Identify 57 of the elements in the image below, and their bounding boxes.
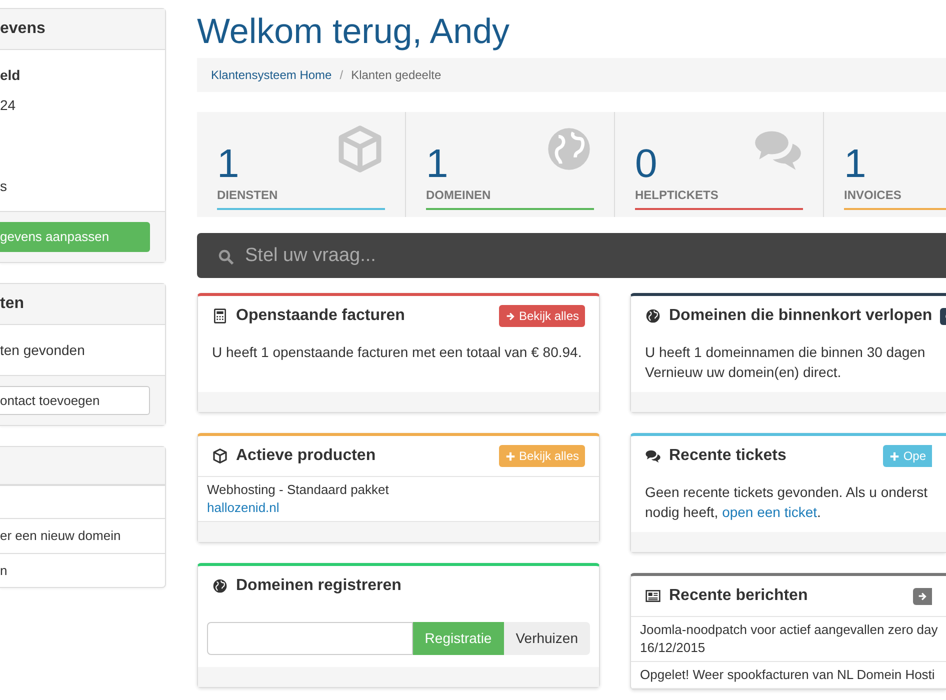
newspaper-icon [645, 588, 661, 604]
stat-label: INVOICES [844, 187, 902, 204]
stat-tile[interactable]: 0 HELPTICKETS [615, 112, 824, 217]
profile-name: eld [0, 66, 22, 85]
stat-label: HELPTICKETS [635, 187, 718, 204]
panel-title: Domeinen registreren [236, 576, 402, 596]
globe-icon [645, 308, 661, 324]
panel-text: Vernieuw uw domein(en) direct. [645, 363, 842, 382]
breadcrumb-link[interactable]: Klantensysteem Home [211, 66, 332, 84]
profile-line: 24 [0, 96, 17, 115]
stat-value: 1 [844, 142, 866, 186]
panel-text: nodig heeft, open een ticket. [645, 503, 822, 522]
page-title: Welkom terug, Andy [197, 11, 511, 53]
stat-tile[interactable]: 1 DIENSTEN [197, 112, 406, 217]
globe-icon [212, 578, 228, 594]
stat-tile[interactable]: 1 INVOICES [824, 112, 946, 217]
cube-icon [212, 448, 228, 464]
calculator-icon [212, 308, 228, 324]
panel-text: U heeft 1 domeinnamen die binnen 30 dagen [645, 343, 926, 362]
arrow-right-icon [504, 310, 516, 322]
search-icon [217, 248, 235, 266]
stat-label: DOMEINEN [426, 187, 491, 204]
panel-title: evens [0, 20, 46, 37]
item-title[interactable]: Joomla-noodpatch voor actief aangevallen zero day [640, 621, 937, 639]
plus-icon [504, 450, 516, 462]
speech-bubbles-icon [645, 448, 661, 464]
item-date: 16/12/2015 [640, 639, 706, 657]
stat-value: 0 [635, 142, 658, 186]
panel-text: Geen recente tickets gevonden. Als u onderst [645, 483, 929, 502]
transfer-button[interactable]: Verhuizen [504, 622, 590, 655]
arrow-right-icon [917, 590, 928, 602]
search-field[interactable]: Stel uw vraag... [197, 233, 946, 278]
empty-message: ten gevonden [0, 340, 86, 360]
breadcrumb-separator: / [340, 67, 344, 84]
add-button[interactable]: ontact toevoegen [0, 386, 150, 415]
view-all-button[interactable]: Bekijk alles [498, 305, 585, 327]
stat-value: 1 [217, 142, 240, 186]
ticket-link[interactable]: open een ticket [722, 504, 818, 520]
plus-icon [889, 450, 900, 462]
sidebar-link[interactable]: n [0, 552, 165, 587]
panel-text: U heeft 1 openstaande facturen met een totaal van € 80.94. [212, 343, 583, 362]
item-title[interactable]: Webhosting - Standaard pakket [207, 481, 590, 499]
profile-line: s [0, 177, 8, 196]
domain-input[interactable] [207, 622, 413, 655]
panel-title: Recente berichten [669, 586, 808, 606]
stat-tile[interactable]: 1 DOMEINEN [406, 112, 615, 217]
breadcrumb-current: Klanten gedeelte [351, 67, 442, 84]
domain-link[interactable]: hallozenid.nl [207, 500, 280, 515]
panel-title: Actieve producten [236, 446, 376, 466]
panel-title: Openstaande facturen [236, 306, 405, 326]
panel-title: ten [0, 294, 24, 312]
sidebar-link[interactable]: er een nieuw domein [0, 518, 165, 552]
stat-label: DIENSTEN [217, 187, 278, 204]
item-title[interactable]: Opgelet! Weer spookfacturen van NL Domein Hosti [640, 666, 937, 684]
panel-title: Domeinen die binnenkort verlopen [669, 306, 932, 326]
panel-title: Recente tickets [669, 446, 786, 466]
stat-value: 1 [426, 142, 448, 186]
